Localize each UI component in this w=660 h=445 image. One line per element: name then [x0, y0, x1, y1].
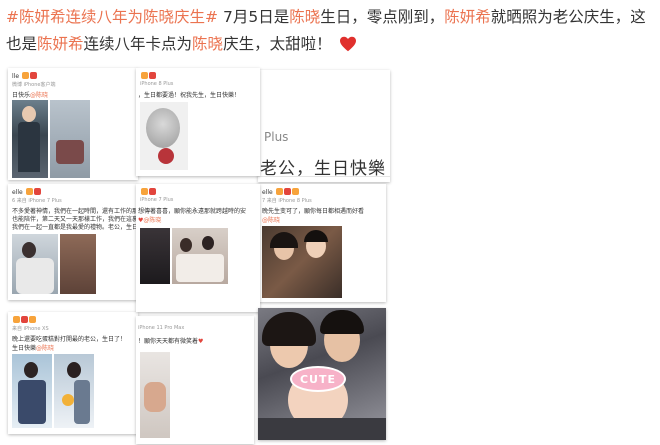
photo[interactable]: [140, 102, 188, 170]
card-text: 我們在一起一直都是我最愛的禮物。老公，生日: [12, 224, 136, 231]
name-highlight[interactable]: 陈晓: [192, 35, 223, 53]
card-source: iPhone 7 Plus: [140, 197, 174, 203]
vip-badge-icon: [141, 72, 148, 79]
weibo-card[interactable]: iPhone 7 Plus 想傳著喜喜，願你能永遠那就跨越時的安 ♥@陈晓: [136, 184, 260, 312]
hashtag-link[interactable]: #陈妍希连续八年为陈晓庆生#: [6, 8, 218, 26]
card-text: @陈晓: [262, 217, 281, 224]
name-highlight[interactable]: 陈妍希: [37, 35, 84, 53]
vip-badge-icon: [21, 72, 29, 79]
card-source: Plus: [264, 130, 289, 144]
red-heart-icon: [339, 36, 356, 52]
photo[interactable]: [12, 100, 48, 178]
photo[interactable]: [60, 234, 96, 294]
weibo-card[interactable]: lle 微博 iPhone客户端 日快乐@陈晓: [8, 68, 138, 180]
weibo-card[interactable]: iPhone 11 Pro Max ！願你天天都有微笑着♥: [136, 316, 254, 444]
card-text: 晚先生变可了，願你每日都相遇而好看: [262, 208, 365, 215]
vip-badge-icon: [141, 188, 148, 195]
post-text-segment: 庆生，太甜啦！: [223, 35, 332, 53]
medal-badge-icon: [29, 316, 36, 323]
photo[interactable]: [50, 100, 90, 178]
weibo-card[interactable]: iPhone 8 Plus ，生日都要過！祝我先生，生日快樂！: [136, 68, 260, 176]
level-badge-icon: [21, 316, 28, 323]
card-header: lle: [12, 72, 37, 80]
cute-sticker: CUTE: [290, 366, 346, 392]
level-badge-icon: [149, 188, 156, 195]
medal-badge-icon: [291, 188, 299, 195]
card-source: iPhone 8 Plus: [140, 81, 174, 87]
weibo-card[interactable]: elle 7 来自 iPhone 8 Plus 晚先生变可了，願你每日都相遇而好…: [258, 184, 386, 302]
weibo-card[interactable]: elle 6 来自 iPhone 7 Plus 不多愛著神情，我們在一起時間，還…: [8, 184, 138, 300]
card-source: 6 来自 iPhone 7 Plus: [12, 198, 62, 204]
level-badge-icon: [283, 188, 291, 195]
weibo-card[interactable]: 来自 iPhone XS 晚上還要吃蛋糕對打開最的老公，生日了！ 生日快樂@陈晓: [8, 312, 138, 434]
weibo-card[interactable]: Plus 老公，生日快樂: [258, 70, 390, 182]
card-header: [140, 72, 156, 80]
card-header: elle: [12, 188, 41, 196]
photo[interactable]: [140, 228, 170, 284]
photo[interactable]: CUTE: [258, 308, 386, 440]
photo[interactable]: [172, 228, 228, 284]
photo[interactable]: [140, 352, 170, 438]
level-badge-icon: [149, 72, 156, 79]
vip-badge-icon: [275, 188, 283, 195]
divider: [258, 176, 390, 177]
card-text: 日快乐@陈晓: [12, 92, 49, 99]
card-text: ♥@陈晓: [138, 217, 162, 224]
card-text: 生日快樂@陈晓: [12, 345, 55, 352]
post-text-segment: 生日，零点刚到，: [320, 8, 445, 26]
vip-badge-icon: [25, 188, 33, 195]
photo[interactable]: [54, 354, 94, 428]
card-header: elle: [262, 188, 299, 196]
card-text: 想傳著喜喜，願你能永遠那就跨越時的安: [138, 208, 247, 215]
post-text-segment: 连续八年卡点为: [83, 35, 193, 53]
screenshot-collage[interactable]: lle 微博 iPhone客户端 日快乐@陈晓 iPhone 8 Plus ，生…: [0, 64, 660, 445]
vip-badge-icon: [13, 316, 20, 323]
level-badge-icon: [33, 188, 41, 195]
card-text: ，生日都要過！祝我先生，生日快樂！: [138, 92, 241, 99]
card-source: 来自 iPhone XS: [12, 326, 49, 332]
card-source: 微博 iPhone客户端: [12, 82, 56, 88]
name-highlight[interactable]: 陈晓: [289, 8, 320, 26]
post-text: #陈妍希连续八年为陈晓庆生# 7月5日是陈晓生日，零点刚到，陈妍希就晒照为老公庆…: [6, 4, 656, 58]
photo[interactable]: [262, 226, 342, 298]
card-source: iPhone 11 Pro Max: [138, 325, 185, 331]
name-highlight[interactable]: 陈妍希: [444, 8, 491, 26]
photo[interactable]: [12, 234, 58, 294]
card-header: [140, 188, 156, 196]
weibo-card[interactable]: CUTE: [258, 308, 386, 440]
photo[interactable]: [12, 354, 52, 428]
card-source: 7 来自 iPhone 8 Plus: [262, 198, 312, 204]
card-header: [12, 316, 36, 324]
card-text: 晚上還要吃蛋糕對打開最的老公，生日了！: [12, 336, 127, 343]
level-badge-icon: [29, 72, 37, 79]
post-text-segment: 7月5日是: [218, 8, 290, 26]
card-text: ！願你天天都有微笑着♥: [138, 338, 204, 345]
